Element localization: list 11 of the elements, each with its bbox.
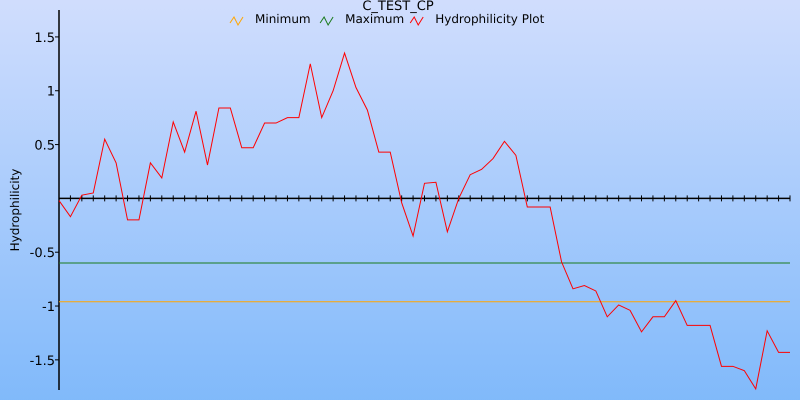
legend-label: Maximum [345,12,404,26]
legend-label: Hydrophilicity Plot [435,12,544,26]
legend-label: Minimum [255,12,311,26]
y-tick-label: 0.5 [34,138,55,154]
y-tick-label: 1.5 [34,30,55,46]
chart-title: C_TEST_CP [362,0,434,14]
y-tick-label: -1.5 [30,354,55,369]
y-axis-label: Hydrophilicity [8,168,22,252]
y-tick-label: -1 [42,300,55,316]
y-tick-label: 1 [46,84,55,100]
y-tick-label: -0.5 [30,246,55,262]
